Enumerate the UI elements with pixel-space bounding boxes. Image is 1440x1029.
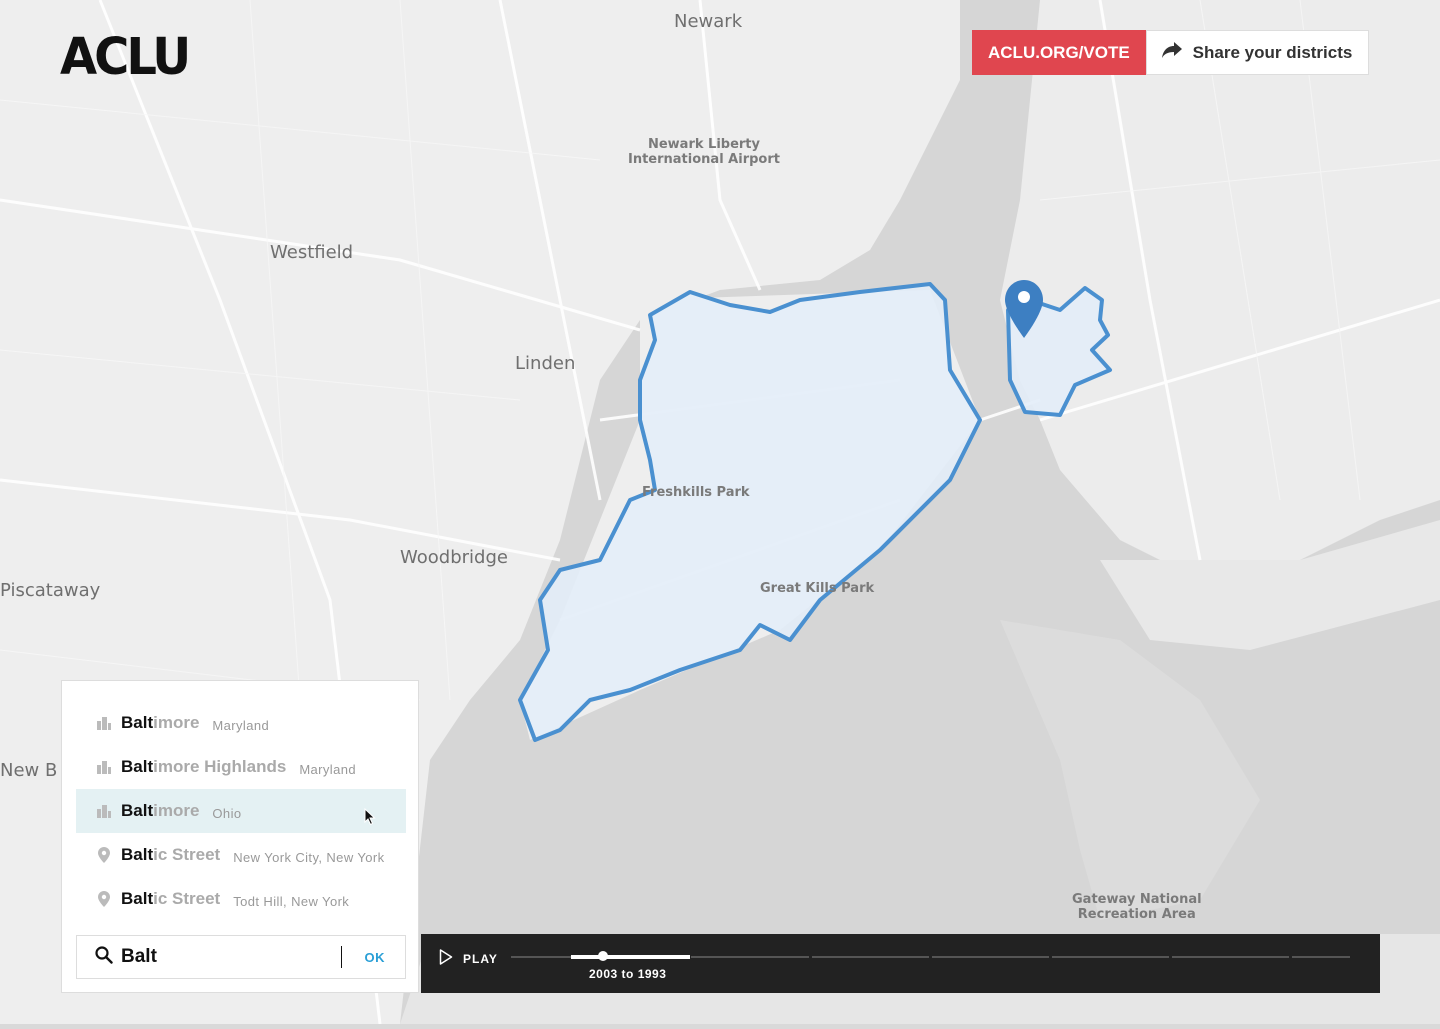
play-button[interactable]: PLAY — [439, 949, 498, 968]
timeline-segment[interactable] — [812, 956, 929, 958]
map-label-piscataway: Piscataway — [0, 580, 101, 601]
result-name: Baltic Street — [121, 889, 220, 909]
result-rest: imore Highlands — [153, 757, 287, 776]
result-match: Balt — [121, 801, 154, 820]
map-label-freshkills: Freshkills Park — [642, 485, 750, 500]
result-match: Balt — [121, 845, 154, 864]
timeline-range-label: 2003 to 1993 — [589, 967, 667, 981]
timeline-active-segment[interactable] — [571, 955, 690, 959]
search-result[interactable]: Baltic Street New York City, New York — [76, 833, 406, 877]
result-match: Balt — [121, 757, 154, 776]
result-name: Baltimore — [121, 801, 199, 821]
timeline-handle[interactable] — [598, 951, 608, 961]
result-rest: ic Street — [153, 889, 221, 908]
result-region: Todt Hill, New York — [233, 893, 350, 909]
map-label-woodbridge: Woodbridge — [400, 547, 508, 568]
map-label-westfield: Westfield — [270, 242, 354, 263]
map-label-airport-line1: Newark Liberty — [647, 137, 760, 152]
map-label-gateway: Gateway National Recreation Area — [1072, 892, 1202, 922]
play-icon — [439, 949, 453, 968]
share-arrow-icon — [1161, 41, 1183, 64]
result-match: Balt — [121, 713, 154, 732]
search-result[interactable]: Baltic Street Todt Hill, New York — [76, 877, 406, 921]
result-name: Baltimore — [121, 713, 199, 733]
timeline-segment[interactable] — [1292, 956, 1350, 958]
timeline-bar: PLAY 2003 to 1993 — [421, 934, 1380, 993]
pin-icon — [96, 891, 112, 907]
result-rest: imore — [153, 713, 200, 732]
search-result[interactable]: Baltimore Maryland — [76, 701, 406, 745]
share-button[interactable]: Share your districts — [1145, 30, 1370, 75]
top-actions: ACLU.ORG/VOTE Share your districts — [972, 30, 1370, 75]
result-region: Maryland — [212, 717, 270, 733]
search-result-highlighted[interactable]: Baltimore Ohio — [76, 789, 406, 833]
result-name: Baltimore Highlands — [121, 757, 286, 777]
result-region: New York City, New York — [233, 849, 385, 865]
result-rest: imore — [153, 801, 200, 820]
result-match: Balt — [121, 889, 154, 908]
city-icon — [96, 759, 112, 775]
map-label-gateway-line1: Gateway National — [1072, 892, 1202, 907]
vote-button[interactable]: ACLU.ORG/VOTE — [972, 30, 1146, 75]
city-icon — [96, 803, 112, 819]
map-label-newark: Newark — [674, 11, 743, 32]
aclu-logo[interactable]: ACLU — [60, 28, 191, 87]
search-box[interactable]: Balt OK — [76, 935, 406, 979]
share-label: Share your districts — [1192, 42, 1353, 62]
timeline-segment[interactable] — [932, 956, 1049, 958]
map-label-gateway-line2: Recreation Area — [1077, 907, 1196, 922]
play-label: PLAY — [463, 951, 498, 966]
mouse-cursor-icon — [364, 807, 376, 831]
map-label-airport: Newark Liberty International Airport — [628, 137, 780, 167]
search-panel: Baltimore Maryland Baltimore Highlands M… — [61, 680, 419, 993]
map-label-linden: Linden — [515, 353, 576, 374]
map-label-airport-line2: International Airport — [628, 152, 780, 167]
timeline-segment[interactable] — [691, 956, 809, 958]
result-region: Maryland — [299, 761, 356, 777]
city-icon — [96, 715, 112, 731]
timeline-segment[interactable] — [1172, 956, 1289, 958]
pin-icon — [96, 847, 112, 863]
search-result[interactable]: Baltimore Highlands Maryland — [76, 745, 406, 789]
timeline-segment[interactable] — [1052, 956, 1169, 958]
text-caret — [341, 946, 342, 968]
result-rest: ic Street — [153, 845, 221, 864]
result-name: Baltic Street — [121, 845, 220, 865]
map-label-new-b: New B — [0, 760, 58, 781]
search-icon — [95, 945, 113, 969]
ok-button[interactable]: OK — [365, 950, 386, 965]
search-input[interactable]: Balt — [121, 946, 341, 968]
result-region: Ohio — [212, 805, 242, 821]
map-label-great-kills: Great Kills Park — [760, 581, 875, 596]
